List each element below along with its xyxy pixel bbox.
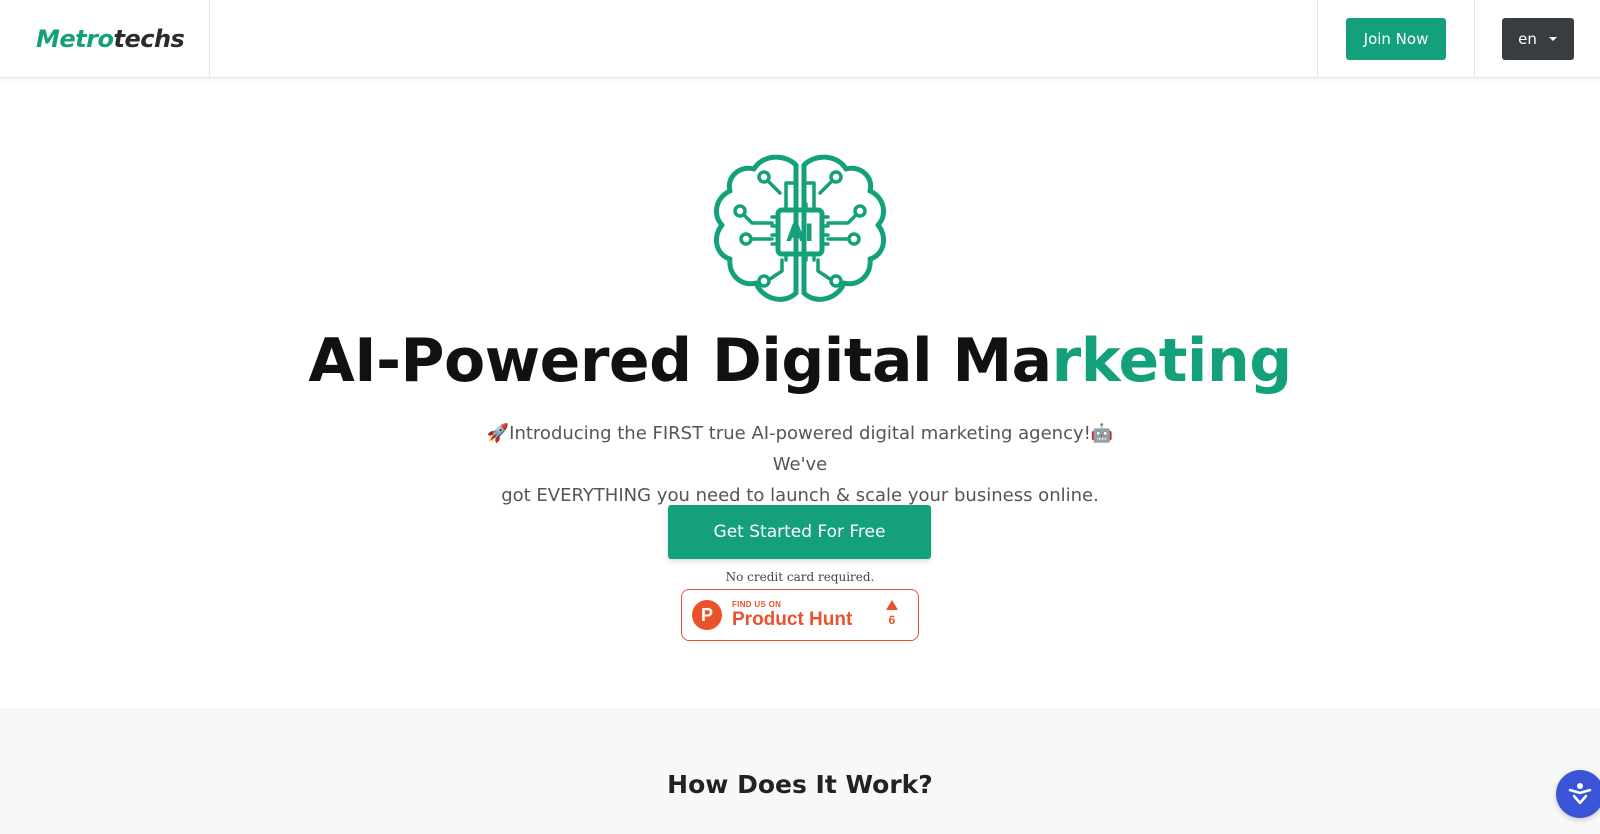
join-now-button[interactable]: Join Now	[1346, 18, 1446, 60]
subtitle-line-1: 🚀Introducing the FIRST true AI-powered d…	[486, 423, 1114, 475]
language-label: en	[1518, 30, 1537, 48]
how-it-works-section: How Does It Work?	[0, 708, 1600, 834]
site-header: Metrotechs Join Now en	[0, 0, 1600, 78]
subtitle-line-2: got EVERYTHING you need to launch & scal…	[501, 485, 1099, 506]
no-credit-card-note: No credit card required.	[725, 570, 875, 584]
how-it-works-title: How Does It Work?	[667, 770, 933, 799]
headline-accent: rketing	[1051, 326, 1293, 396]
hero-subtitle: 🚀Introducing the FIRST true AI-powered d…	[460, 418, 1140, 511]
headline-main: AI-Powered Digital Ma	[308, 326, 1052, 396]
nav-area	[210, 0, 1318, 78]
join-cell: Join Now	[1317, 0, 1475, 78]
language-cell: en	[1475, 0, 1600, 78]
accessibility-button[interactable]	[1556, 770, 1600, 818]
upvote-counter: 6	[886, 600, 898, 627]
caret-down-icon	[1548, 37, 1557, 41]
product-hunt-small-label: FIND US ON	[732, 599, 782, 609]
logo-part-techs: techs	[113, 25, 185, 53]
logo-part-metro: Metro	[36, 25, 114, 53]
site-logo[interactable]: Metrotechs	[36, 25, 185, 53]
ai-brain-icon: AI	[713, 154, 887, 302]
language-select[interactable]: en	[1501, 18, 1574, 60]
accessibility-icon	[1568, 783, 1592, 805]
product-hunt-badge[interactable]: P FIND US ON Product Hunt 6	[681, 589, 919, 641]
upvote-count: 6	[888, 613, 896, 627]
upvote-arrow-icon	[886, 600, 898, 610]
product-hunt-name: Product Hunt	[732, 608, 853, 630]
product-hunt-text: FIND US ON Product Hunt	[732, 600, 852, 631]
logo-cell: Metrotechs	[0, 0, 210, 78]
product-hunt-logo-icon: P	[692, 600, 722, 630]
hero-headline: AI-Powered Digital Marketing	[0, 326, 1600, 396]
hero-section: AI AI-Powered Digital Marketing 🚀Introdu…	[0, 78, 1600, 708]
ai-chip-label: AI	[786, 219, 814, 247]
get-started-button[interactable]: Get Started For Free	[668, 505, 931, 559]
